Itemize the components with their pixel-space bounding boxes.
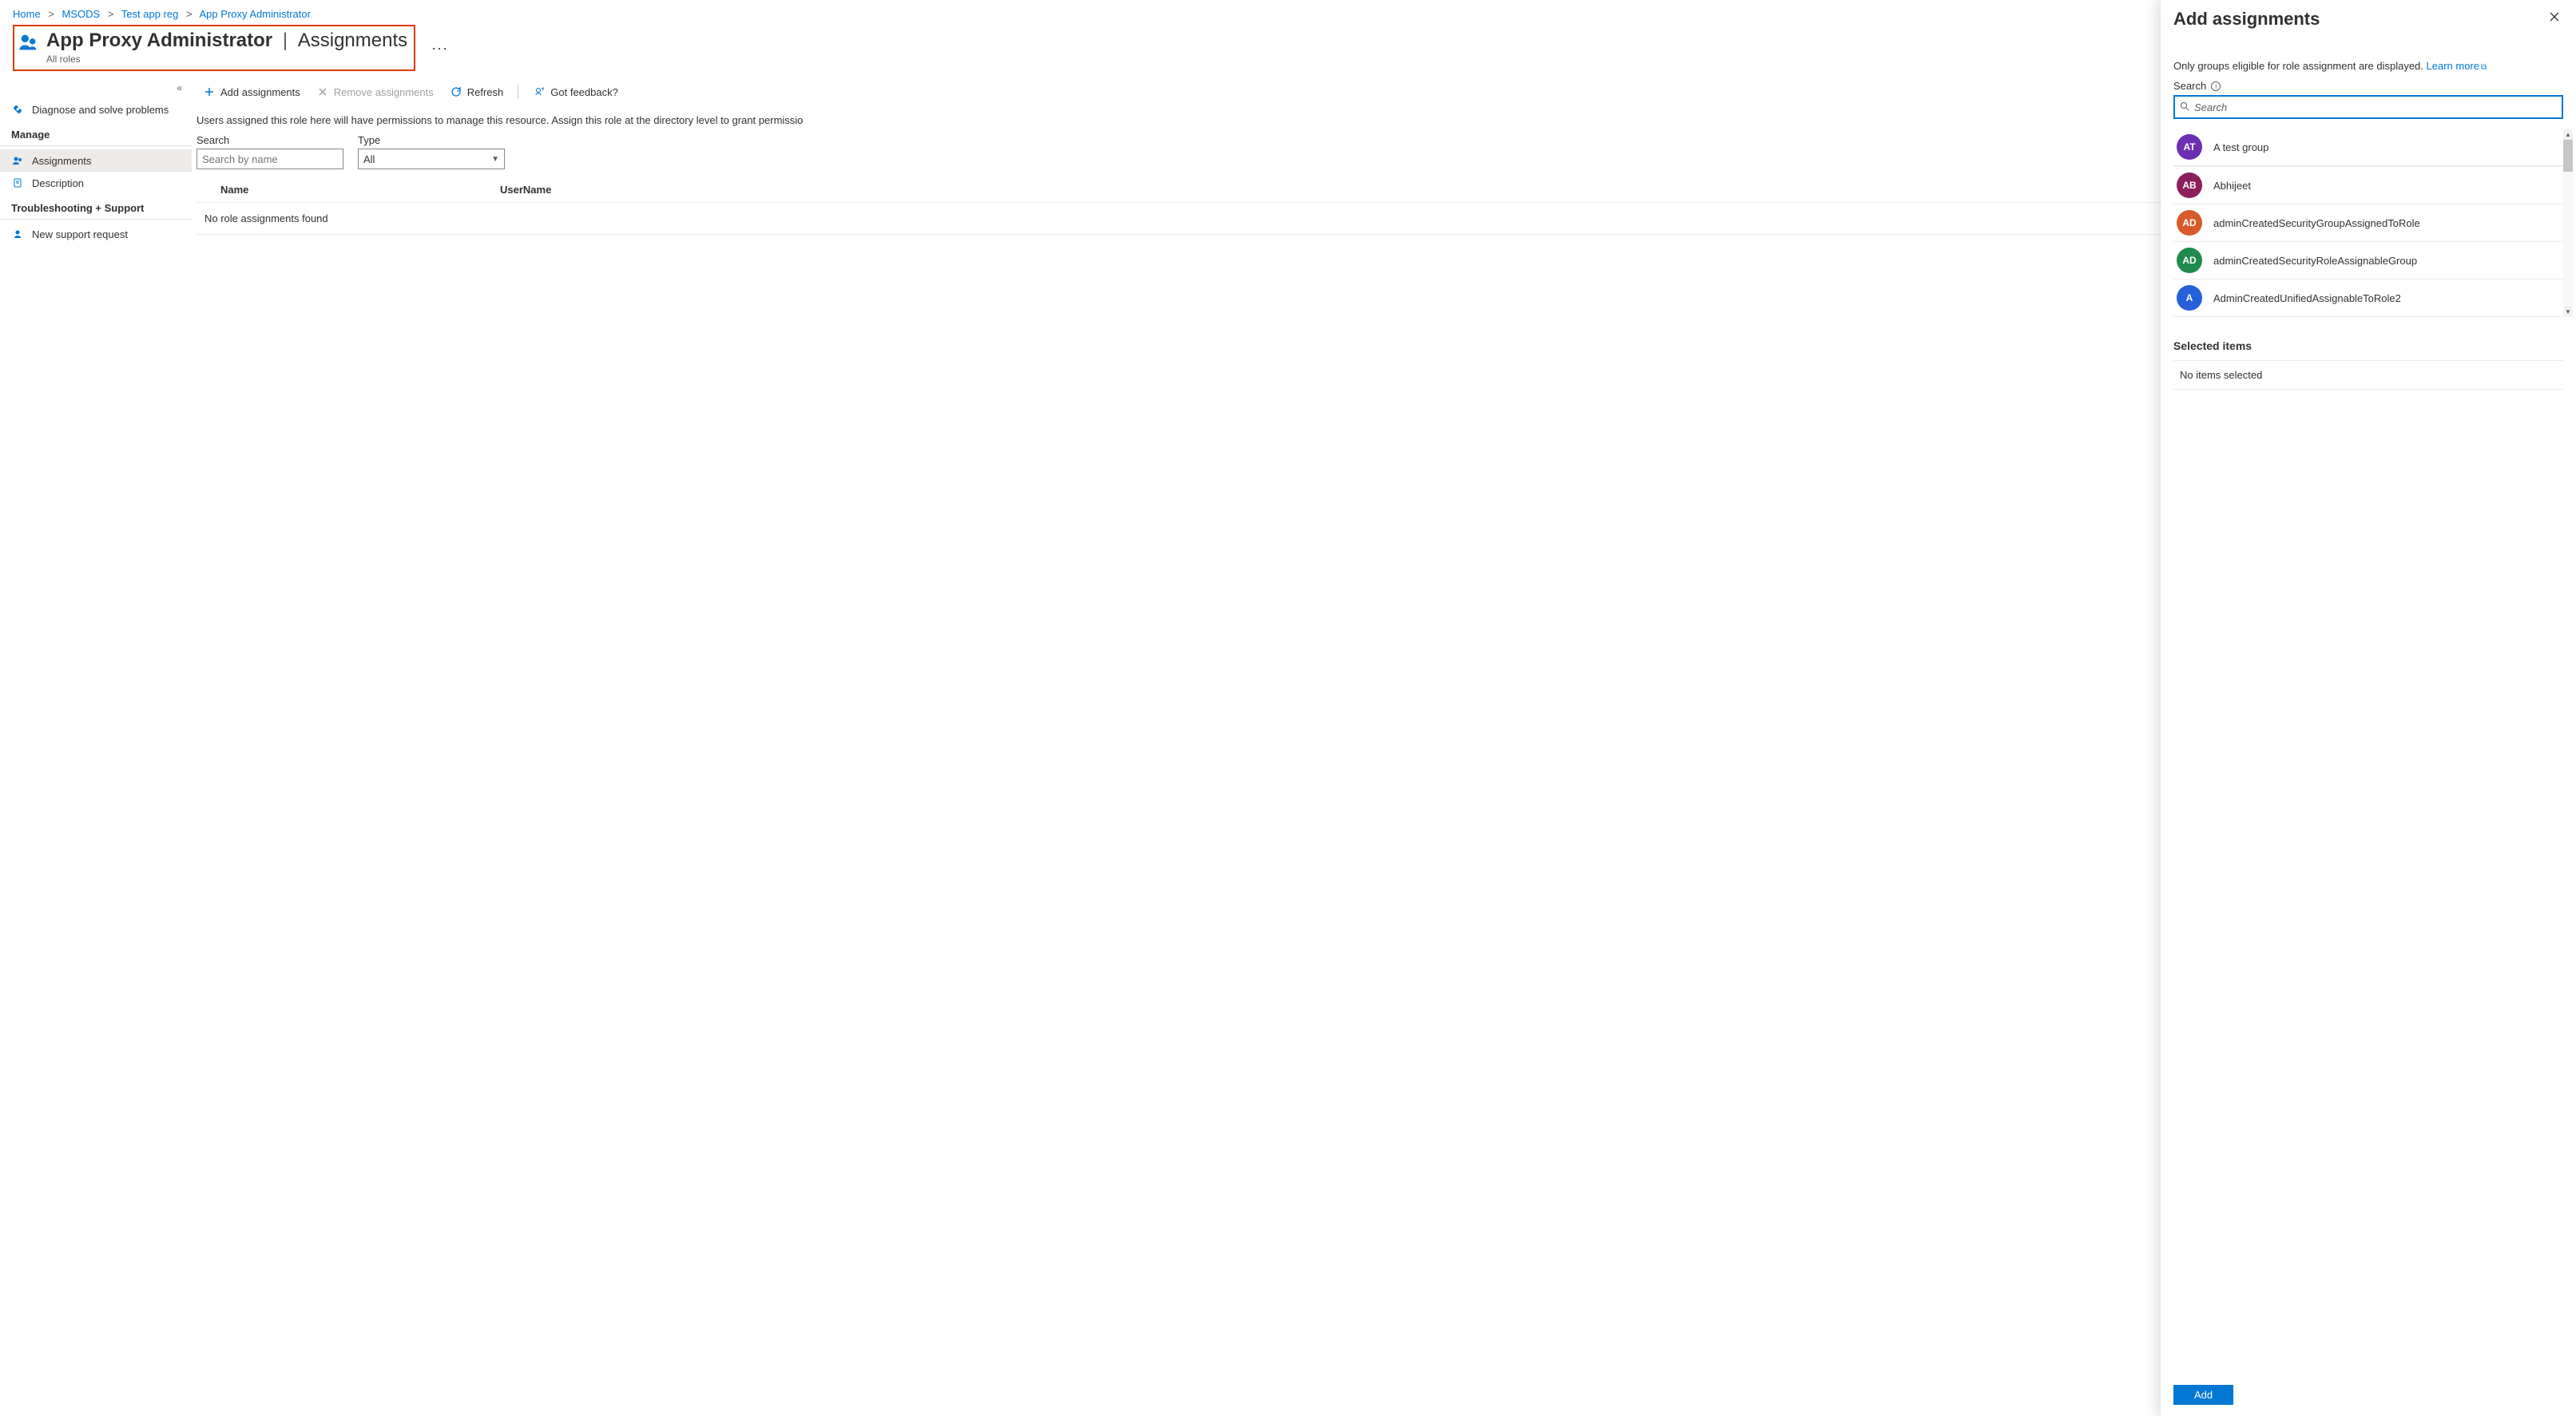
button-label: Refresh [467,86,504,98]
page-title: App Proxy Administrator | Assignments [46,30,407,51]
group-results-list: AT A test group AB Abhijeet AD adminCreatedSe… [2173,129,2563,317]
scrollbar[interactable]: ▲ ▼ [2563,129,2573,317]
group-name: Abhijeet [2213,180,2251,192]
breadcrumb-sep: > [108,8,114,20]
avatar: AD [2177,248,2202,273]
add-assignments-button[interactable]: Add assignments [196,82,307,101]
sidebar-section-troubleshoot: Troubleshooting + Support [0,194,192,220]
avatar: AB [2177,173,2202,198]
group-name: adminCreatedSecurityRoleAssignableGroup [2213,255,2417,267]
breadcrumb-sep: > [48,8,54,20]
avatar: A [2177,285,2202,311]
collapse-sidebar-button[interactable]: « [0,82,192,98]
group-result-item[interactable]: AT A test group [2173,129,2563,166]
breadcrumb-sep: > [186,8,193,20]
scroll-up-arrow[interactable]: ▲ [2563,129,2573,140]
type-select[interactable]: All ▼ [358,149,505,169]
support-icon [11,228,24,240]
sidebar-label: Diagnose and solve problems [32,104,169,116]
scroll-track[interactable] [2563,172,2573,306]
page-section-title: Assignments [298,30,407,51]
group-name: adminCreatedSecurityGroupAssignedToRole [2213,217,2420,229]
highlighted-header-area: App Proxy Administrator | Assignments Al… [13,25,415,71]
panel-search-input[interactable] [2194,101,2557,113]
info-icon[interactable]: i [2211,81,2221,91]
sidebar-label: New support request [32,228,128,240]
scroll-down-arrow[interactable]: ▼ [2563,306,2573,317]
panel-search-label: Search i [2173,80,2563,92]
sidebar-assignments[interactable]: Assignments [0,149,192,172]
column-username[interactable]: UserName [500,184,551,196]
left-sidebar: « Diagnose and solve problems Manage Ass… [0,79,192,1416]
wrench-icon [11,103,24,116]
page-subtitle: All roles [46,54,407,65]
panel-search-box[interactable] [2173,95,2563,119]
panel-title: Add assignments [2173,9,2320,30]
sidebar-diagnose[interactable]: Diagnose and solve problems [0,98,192,121]
scroll-thumb[interactable] [2563,140,2573,172]
button-label: Add assignments [220,86,300,98]
breadcrumb-home[interactable]: Home [13,8,41,20]
sidebar-description[interactable]: Description [0,172,192,194]
breadcrumb-current[interactable]: App Proxy Administrator [199,8,310,20]
chevron-down-icon: ▼ [491,155,499,164]
search-label: Search [196,134,343,146]
select-value: All [363,153,375,165]
breadcrumb-test-app[interactable]: Test app reg [121,8,179,20]
close-panel-button[interactable] [2546,8,2563,30]
plus-icon [203,85,216,98]
selected-items-heading: Selected items [2173,339,2563,352]
feedback-button[interactable]: Got feedback? [526,82,625,101]
people-icon [11,154,24,167]
group-result-item[interactable]: AD adminCreatedSecurityRoleAssignableGrou… [2173,241,2563,279]
role-name: App Proxy Administrator [46,30,272,51]
group-role-icon [18,33,40,52]
search-input[interactable] [196,149,343,169]
search-icon [2180,101,2189,113]
refresh-icon [450,85,462,98]
panel-info-text: Only groups eligible for role assignment… [2173,60,2563,72]
button-label: Remove assignments [334,86,434,98]
x-icon [316,85,329,98]
title-separator: | [283,30,288,51]
feedback-icon [533,85,546,98]
sidebar-section-manage: Manage [0,121,192,146]
type-label: Type [358,134,505,146]
breadcrumb-msods[interactable]: MSODS [62,8,101,20]
remove-assignments-button[interactable]: Remove assignments [310,82,440,101]
sidebar-support[interactable]: New support request [0,223,192,245]
button-label: Got feedback? [550,86,618,98]
add-button[interactable]: Add [2173,1385,2233,1405]
avatar: AD [2177,210,2202,236]
group-result-item[interactable]: A AdminCreatedUnifiedAssignableToRole2 [2173,279,2563,316]
more-actions-button[interactable]: ··· [427,37,453,60]
close-icon [2549,11,2560,22]
group-result-item[interactable]: AD adminCreatedSecurityGroupAssignedToRol… [2173,204,2563,241]
group-name: A test group [2213,141,2268,153]
selected-empty-text: No items selected [2173,360,2563,390]
learn-more-link[interactable]: Learn more⧉ [2427,60,2487,72]
external-link-icon: ⧉ [2481,63,2487,72]
add-assignments-panel: Add assignments Only groups eligible for… [2161,0,2576,1416]
sidebar-label: Description [32,177,84,189]
document-icon [11,177,24,189]
avatar: AT [2177,134,2202,160]
group-name: AdminCreatedUnifiedAssignableToRole2 [2213,292,2401,304]
column-name[interactable]: Name [220,184,500,196]
sidebar-label: Assignments [32,155,91,167]
group-result-item[interactable]: AB Abhijeet [2173,166,2563,204]
refresh-button[interactable]: Refresh [443,82,510,101]
